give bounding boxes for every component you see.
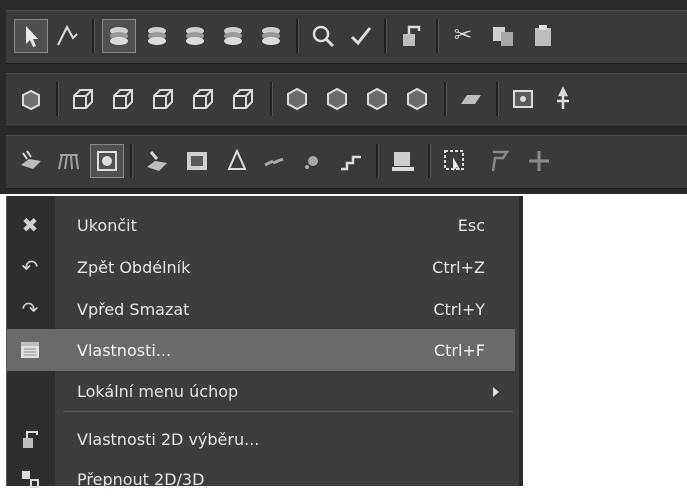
layer-stack-4-icon[interactable]	[216, 19, 250, 53]
menu-item-shortcut: Ctrl+Z	[432, 258, 485, 277]
menu-separator	[63, 411, 513, 412]
layer-stack-2-icon[interactable]	[140, 19, 174, 53]
submenu-arrow-icon	[493, 387, 499, 397]
menu-item-undo[interactable]: ↶ Zpět Obdélník Ctrl+Z	[7, 246, 515, 288]
sphere-1-icon[interactable]	[280, 82, 314, 116]
copy-icon[interactable]	[486, 19, 520, 53]
menu-item-label: Zpět Obdélník	[77, 258, 191, 277]
cursor-select-icon[interactable]	[438, 144, 472, 178]
menu-item-redo[interactable]: ↷ Vpřed Smazat Ctrl+Y	[7, 288, 515, 330]
select-arrow-icon[interactable]	[14, 19, 48, 53]
zoom-icon[interactable]	[306, 19, 340, 53]
toolbar-separator	[376, 144, 379, 178]
redo-icon: ↷	[21, 297, 39, 321]
menu-item-properties[interactable]: Vlastnosti... Ctrl+F	[7, 329, 515, 371]
menu-item-label: Vlastnosti 2D výběru...	[77, 430, 260, 449]
star-icon[interactable]	[522, 144, 556, 178]
plane-icon[interactable]	[454, 82, 488, 116]
check-edit-icon[interactable]	[344, 19, 378, 53]
layer-hatch-icon[interactable]	[14, 144, 48, 178]
layer-stack-1-icon[interactable]	[102, 19, 136, 53]
paint-bucket-icon[interactable]	[394, 19, 428, 53]
monitor-icon[interactable]	[386, 144, 420, 178]
box-view-2-icon[interactable]	[106, 82, 140, 116]
sphere-3-icon[interactable]	[360, 82, 394, 116]
sphere-2-icon[interactable]	[320, 82, 354, 116]
close-icon: ✖	[21, 213, 39, 237]
toolbar-separator	[496, 82, 499, 116]
toolbar-row-3	[6, 135, 687, 189]
box-view-1-icon[interactable]	[66, 82, 100, 116]
toolbar-separator	[436, 19, 439, 53]
box-view-4-icon[interactable]	[186, 82, 220, 116]
toolbar-row-1: ✂	[6, 10, 687, 64]
menu-item-local-snap-menu[interactable]: Lokální menu úchop	[7, 370, 515, 412]
toolbar-separator	[444, 82, 447, 116]
toolbar-separator	[428, 144, 431, 178]
properties-2d-icon	[19, 428, 41, 450]
stairs-icon[interactable]	[334, 144, 368, 178]
menu-item-exit[interactable]: ✖ Ukončit Esc	[7, 204, 515, 246]
paste-icon[interactable]	[526, 19, 560, 53]
trim-icon[interactable]	[50, 19, 84, 53]
toolbar-separator	[270, 82, 273, 116]
figure-icon[interactable]	[546, 82, 580, 116]
layer-stack-3-icon[interactable]	[178, 19, 212, 53]
context-menu: ✖ Ukončit Esc ↶ Zpět Obdélník Ctrl+Z ↷ V…	[6, 196, 519, 489]
flag-icon[interactable]	[482, 144, 516, 178]
scatter-icon[interactable]	[258, 144, 292, 178]
render-icon[interactable]	[506, 82, 540, 116]
undo-icon: ↶	[21, 255, 39, 279]
target-icon[interactable]	[90, 144, 124, 178]
sphere-4-icon[interactable]	[400, 82, 434, 116]
grid-box-icon[interactable]	[180, 144, 214, 178]
toolbar-separator	[56, 82, 59, 116]
menu-item-properties-2d[interactable]: Vlastnosti 2D výběru...	[7, 418, 515, 460]
toolbar-separator	[384, 19, 387, 53]
menu-item-label: Vpřed Smazat	[77, 300, 190, 319]
scissors-icon[interactable]: ✂	[446, 19, 480, 53]
properties-icon	[19, 339, 41, 361]
switch-2d-3d-icon	[19, 468, 41, 490]
menu-item-label: Vlastnosti...	[77, 341, 172, 360]
scatter-2-icon[interactable]	[296, 144, 330, 178]
hatch-lines-icon[interactable]	[52, 144, 86, 178]
toolbar-separator	[130, 144, 133, 178]
view-3d-icon[interactable]	[14, 82, 48, 116]
menu-item-shortcut: Ctrl+F	[433, 341, 485, 360]
menu-item-label: Lokální menu úchop	[77, 382, 239, 401]
box-view-3-icon[interactable]	[146, 82, 180, 116]
toolbar-row-2	[6, 73, 687, 127]
menu-item-label: Přepnout 2D/3D	[77, 470, 205, 489]
menu-item-switch-2d-3d[interactable]: Přepnout 2D/3D	[7, 458, 515, 500]
menu-item-shortcut: Esc	[457, 216, 485, 235]
cone-icon[interactable]	[220, 144, 254, 178]
box-view-5-icon[interactable]	[226, 82, 260, 116]
layer-stack-5-icon[interactable]	[254, 19, 288, 53]
toolbar-separator	[296, 19, 299, 53]
toolbar-area: ✂	[0, 0, 687, 194]
layer-edit-icon[interactable]	[140, 144, 174, 178]
menu-item-label: Ukončit	[77, 216, 137, 235]
toolbar-separator	[92, 19, 95, 53]
menu-item-shortcut: Ctrl+Y	[433, 300, 485, 319]
